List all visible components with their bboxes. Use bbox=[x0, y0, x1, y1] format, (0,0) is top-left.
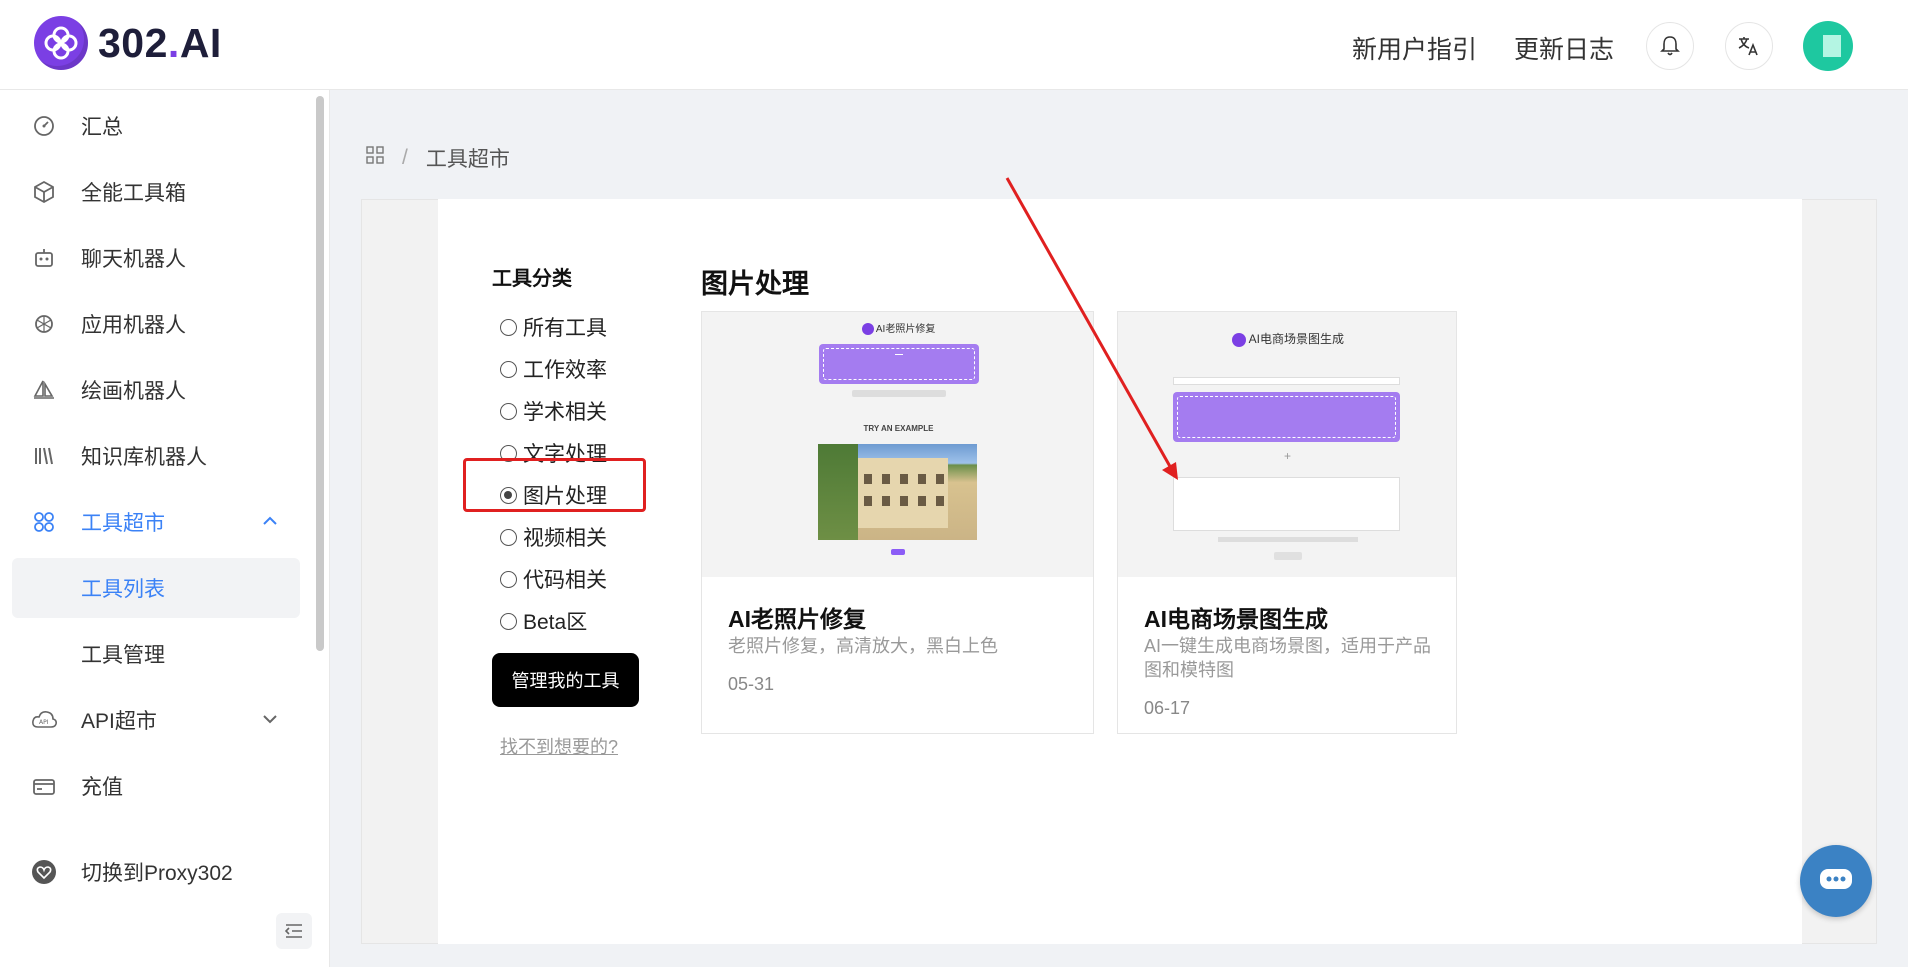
annotation-arrow bbox=[1005, 177, 1178, 480]
chat-icon bbox=[1820, 869, 1852, 889]
chat-support-button[interactable] bbox=[1800, 845, 1872, 917]
